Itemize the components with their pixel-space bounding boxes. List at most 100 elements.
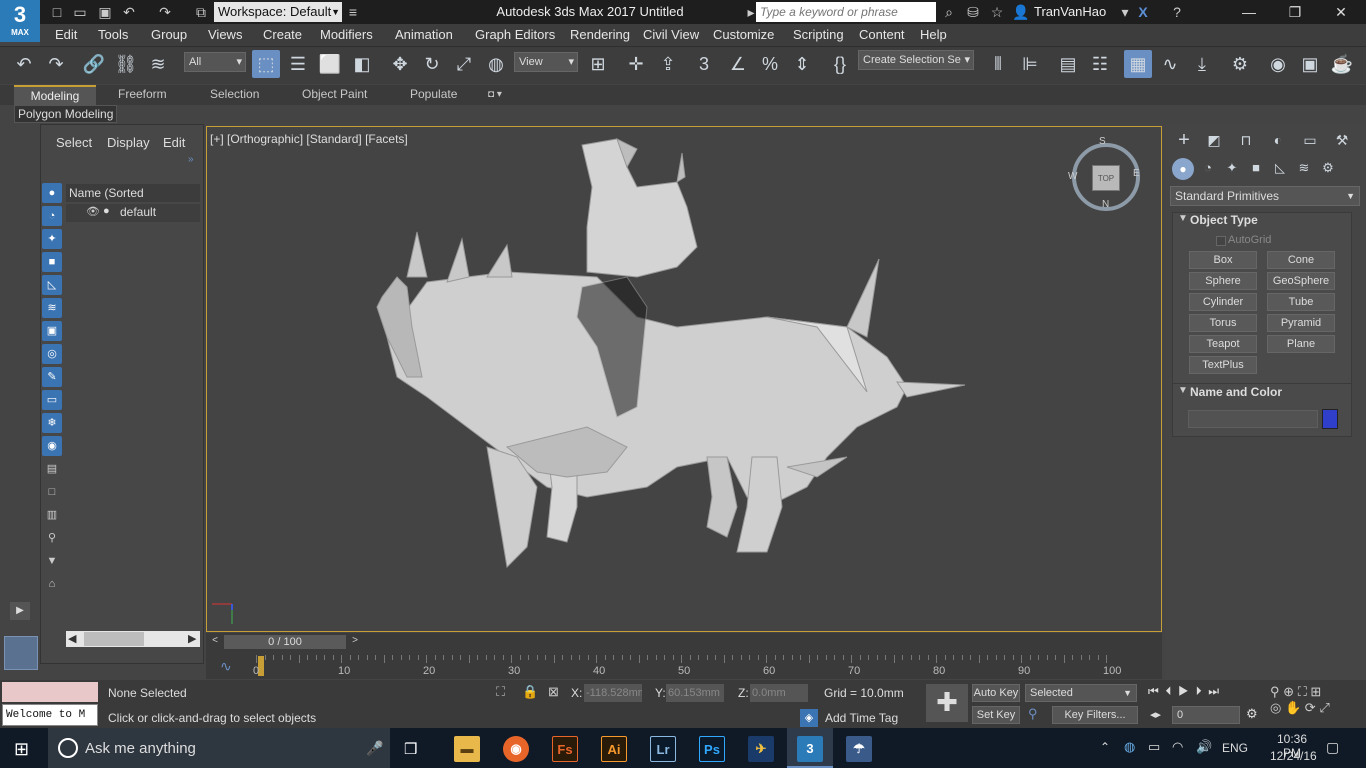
hierarchy-icon[interactable]: ⌂ bbox=[42, 574, 62, 594]
hierarchy-tab-icon[interactable]: ⊓ bbox=[1232, 126, 1260, 154]
add-time-tag[interactable]: Add Time Tag bbox=[825, 711, 898, 725]
keyboard-shortcut-override-icon[interactable]: ⇪ bbox=[654, 50, 682, 78]
viewport-layout-tab[interactable] bbox=[4, 636, 38, 670]
pan-icon[interactable]: ✋ bbox=[1285, 700, 1301, 715]
display-none-icon[interactable]: □ bbox=[42, 482, 62, 502]
y-coord-field[interactable]: 60.153mm bbox=[666, 684, 724, 702]
key-filters-icon[interactable]: ⚲ bbox=[1028, 706, 1038, 722]
binoculars-icon[interactable]: ⌕ bbox=[940, 3, 958, 21]
mirror-icon[interactable]: ⫴ bbox=[984, 50, 1012, 78]
helpers-filter-icon[interactable]: ◺ bbox=[42, 275, 62, 295]
motion-tab-icon[interactable]: ◐ bbox=[1264, 126, 1292, 154]
project-folder-icon[interactable]: ⧉ bbox=[192, 3, 210, 21]
maximize-viewport-icon[interactable]: ⤢ bbox=[1319, 700, 1329, 715]
wifi-icon[interactable]: ◠ bbox=[1172, 739, 1183, 755]
maxscript-listener-output[interactable] bbox=[2, 682, 98, 702]
rectangular-selection-icon[interactable]: ⬜ bbox=[316, 50, 344, 78]
menu-tools[interactable]: Tools bbox=[98, 27, 128, 42]
undo-icon[interactable]: ↶ bbox=[10, 50, 38, 78]
redo-icon[interactable]: ↷ bbox=[156, 3, 174, 21]
display-all-icon[interactable]: ▤ bbox=[42, 459, 62, 479]
illustrator-icon[interactable]: Ai bbox=[601, 736, 627, 762]
dope-sheet-icon[interactable]: ⤓ bbox=[1188, 50, 1216, 78]
systems-category-icon[interactable]: ⚙ bbox=[1314, 154, 1342, 182]
textplus-button[interactable]: TextPlus bbox=[1189, 356, 1257, 374]
angle-snap-icon[interactable]: ∠ bbox=[724, 50, 752, 78]
set-key-button[interactable]: Set Key bbox=[972, 706, 1020, 724]
explorer-tab-display[interactable]: Display bbox=[107, 135, 150, 150]
move-icon[interactable]: ✥ bbox=[386, 50, 414, 78]
zoom-extents-all-icon[interactable]: ⊞ bbox=[1310, 684, 1321, 699]
menu-help[interactable]: Help bbox=[920, 27, 947, 42]
rendered-frame-window-icon[interactable]: ▣ bbox=[1296, 50, 1324, 78]
time-tag-icon[interactable]: ◈ bbox=[800, 709, 818, 727]
favorites-star-icon[interactable]: ☆ bbox=[988, 3, 1006, 21]
time-slider-thumb[interactable]: 0 / 100 bbox=[224, 635, 346, 649]
clock-date[interactable]: 12/24/16 bbox=[1270, 749, 1317, 763]
previous-frame-icon[interactable]: ⏴ bbox=[1165, 684, 1171, 698]
firefox-icon[interactable]: ◉ bbox=[503, 736, 529, 762]
display-tab-icon[interactable]: ▭ bbox=[1296, 126, 1324, 154]
torus-button[interactable]: Torus bbox=[1189, 314, 1257, 332]
menu-rendering[interactable]: Rendering bbox=[570, 27, 630, 42]
open-file-icon[interactable]: ▭ bbox=[71, 3, 89, 21]
frozen-filter-icon[interactable]: ❄ bbox=[42, 413, 62, 433]
expand-panel-icon[interactable]: ▶ bbox=[10, 602, 30, 620]
shapes-filter-icon[interactable]: ◔ bbox=[42, 206, 62, 226]
layers-icon[interactable]: ☷ bbox=[1086, 50, 1114, 78]
geosphere-button[interactable]: GeoSphere bbox=[1267, 272, 1335, 290]
bind-space-warp-icon[interactable]: ≋ bbox=[144, 50, 172, 78]
chevron-down-icon[interactable]: ▾ bbox=[1116, 3, 1134, 21]
xrefs-filter-icon[interactable]: ◎ bbox=[42, 344, 62, 364]
app-logo[interactable]: 3 MAX bbox=[0, 0, 40, 42]
workspace-menu-icon[interactable]: ≡ bbox=[344, 3, 362, 21]
expand-arrows-icon[interactable]: » bbox=[188, 154, 194, 165]
menu-graph-editors[interactable]: Graph Editors bbox=[475, 27, 555, 42]
groups-filter-icon[interactable]: ▣ bbox=[42, 321, 62, 341]
microphone-icon[interactable]: 🎤 bbox=[366, 740, 383, 757]
battery-icon[interactable]: ▭ bbox=[1148, 739, 1160, 755]
tab-populate[interactable]: Populate bbox=[410, 85, 457, 105]
input-language[interactable]: ENG bbox=[1222, 741, 1248, 755]
new-file-icon[interactable]: □ bbox=[48, 3, 66, 21]
name-color-title[interactable]: Name and Color bbox=[1190, 385, 1282, 399]
cone-button[interactable]: Cone bbox=[1267, 251, 1335, 269]
scale-icon[interactable]: ⤢ bbox=[450, 50, 478, 78]
selection-filter-dropdown[interactable]: All ▾ bbox=[184, 52, 246, 72]
edit-named-selection-icon[interactable]: {} bbox=[826, 50, 854, 78]
render-production-icon[interactable]: ☕ bbox=[1328, 50, 1356, 78]
align-icon[interactable]: ⊫ bbox=[1016, 50, 1044, 78]
close-button[interactable]: ✕ bbox=[1318, 0, 1364, 24]
user-name[interactable]: TranVanHao bbox=[1034, 4, 1106, 19]
app-icon[interactable]: ☂ bbox=[846, 736, 872, 762]
collapse-icon[interactable]: ▼ bbox=[1178, 385, 1188, 396]
lock-selection-icon[interactable]: 🔒 bbox=[522, 684, 538, 700]
auto-key-button[interactable]: Auto Key bbox=[972, 684, 1020, 702]
menu-civil-view[interactable]: Civil View bbox=[643, 27, 699, 42]
time-configuration-icon[interactable]: ⚙ bbox=[1246, 706, 1258, 722]
lightroom-icon[interactable]: Lr bbox=[650, 736, 676, 762]
x-coord-field[interactable]: -118.528mm bbox=[584, 684, 642, 702]
key-filters-button[interactable]: Key Filters... bbox=[1052, 706, 1138, 724]
exchange-apps-icon[interactable]: X bbox=[1134, 3, 1152, 21]
eye-icon[interactable]: 👁 bbox=[86, 205, 100, 218]
hidden-filter-icon[interactable]: ◉ bbox=[42, 436, 62, 456]
go-to-start-icon[interactable]: ⏮ bbox=[1148, 684, 1159, 698]
pivot-center-icon[interactable]: ⊞ bbox=[584, 50, 612, 78]
select-manipulate-icon[interactable]: ✛ bbox=[622, 50, 650, 78]
column-header-name[interactable]: Name (Sorted Descending) bbox=[66, 184, 200, 218]
box-button[interactable]: Box bbox=[1189, 251, 1257, 269]
bones-filter-icon[interactable]: ✎ bbox=[42, 367, 62, 387]
freeze-icon[interactable]: ● bbox=[103, 205, 110, 217]
zoom-all-icon[interactable]: ⊕ bbox=[1283, 684, 1294, 699]
containers-filter-icon[interactable]: ▭ bbox=[42, 390, 62, 410]
go-to-end-icon[interactable]: ⏭ bbox=[1208, 684, 1219, 698]
viewcube[interactable]: TOP bbox=[1092, 165, 1120, 191]
3dsmax-icon[interactable]: 3 bbox=[797, 736, 823, 762]
spinner-snap-icon[interactable]: ⇕ bbox=[788, 50, 816, 78]
explorer-tab-select[interactable]: Select bbox=[56, 135, 92, 150]
cylinder-button[interactable]: Cylinder bbox=[1189, 293, 1257, 311]
workspace-dropdown[interactable]: Workspace: Default ▼ bbox=[214, 2, 342, 22]
link-icon[interactable]: 🔗 bbox=[80, 50, 108, 78]
set-key-icon[interactable]: ✚ bbox=[926, 684, 968, 722]
